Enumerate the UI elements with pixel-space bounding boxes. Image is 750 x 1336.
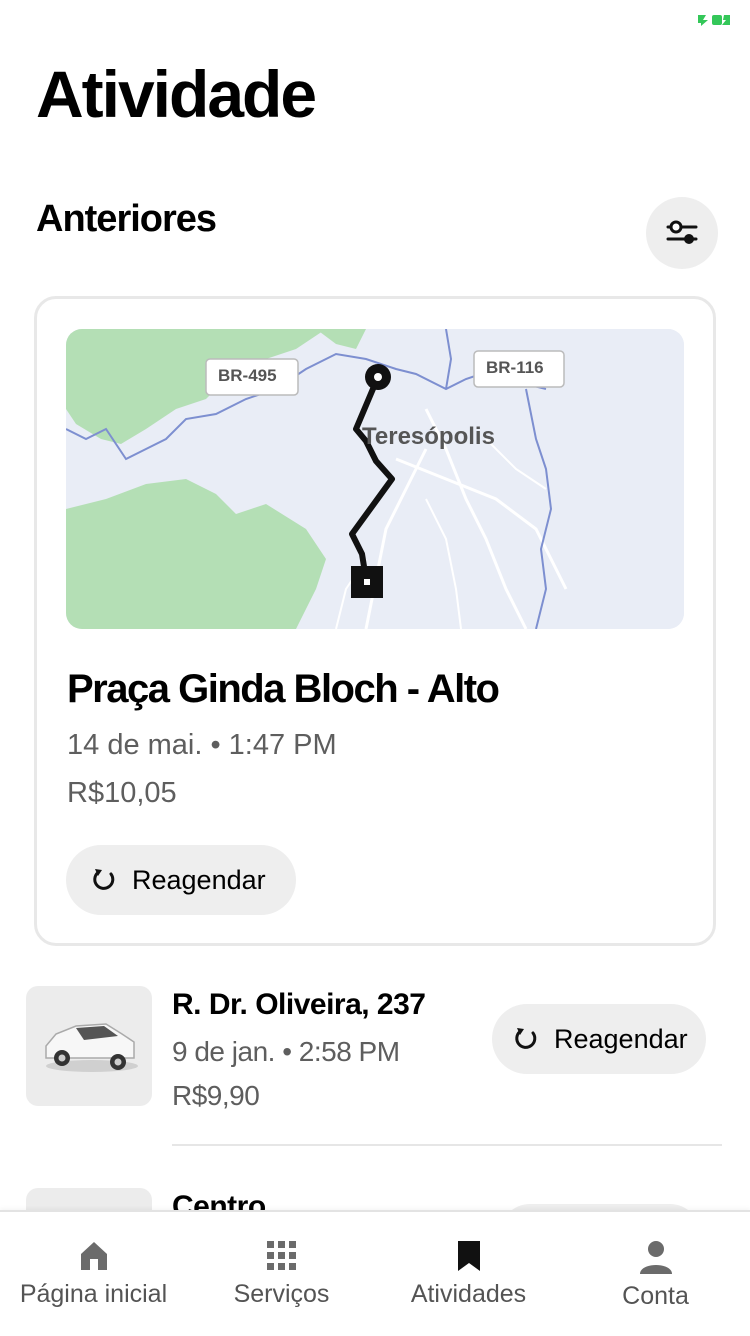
bottom-navigation: Página inicial Serviços Atividades Conta bbox=[0, 1210, 750, 1336]
road-label-br116: BR-116 bbox=[486, 358, 544, 377]
nav-item-activity[interactable]: Atividades bbox=[375, 1212, 562, 1336]
divider bbox=[172, 1144, 722, 1146]
trip-datetime: 14 de mai. • 1:47 PM bbox=[67, 729, 337, 761]
trip-price: R$10,05 bbox=[67, 777, 177, 809]
refresh-icon bbox=[515, 1028, 537, 1049]
page-title: Atividade bbox=[36, 57, 317, 131]
trip-price: R$9,90 bbox=[172, 1080, 260, 1111]
filter-button[interactable] bbox=[646, 197, 718, 269]
trip-destination: R. Dr. Oliveira, 237 bbox=[172, 988, 426, 1021]
sliders-icon bbox=[666, 220, 698, 244]
car-thumbnail bbox=[26, 986, 152, 1106]
grid-icon bbox=[266, 1241, 296, 1270]
nav-item-account[interactable]: Conta bbox=[562, 1212, 749, 1336]
trip-destination: Praça Ginda Bloch - Alto bbox=[67, 667, 500, 711]
nav-label: Atividades bbox=[410, 1280, 527, 1308]
bookmark-icon bbox=[457, 1241, 480, 1271]
city-label: Teresópolis bbox=[362, 423, 495, 450]
nav-label: Página inicial bbox=[19, 1280, 168, 1308]
refresh-icon bbox=[93, 869, 115, 890]
car-icon bbox=[45, 1023, 138, 1072]
rebook-button[interactable]: Reagendar bbox=[492, 1004, 706, 1074]
rebook-label: Reagendar bbox=[132, 864, 266, 895]
battery-charging-icon bbox=[698, 15, 730, 26]
rebook-label: Reagendar bbox=[554, 1023, 688, 1054]
section-title: Anteriores bbox=[36, 198, 217, 240]
featured-trip-card[interactable]: BR-495 BR-116 Teresópolis Praça Ginda Bl… bbox=[34, 296, 716, 946]
road-label-br495: BR-495 bbox=[218, 366, 277, 385]
person-icon bbox=[639, 1241, 672, 1274]
nav-item-home[interactable]: Página inicial bbox=[0, 1212, 187, 1336]
nav-item-services[interactable]: Serviços bbox=[188, 1212, 375, 1336]
trip-list-item[interactable]: R. Dr. Oliveira, 237 9 de jan. • 2:58 PM… bbox=[0, 986, 750, 1146]
nav-label: Conta bbox=[622, 1282, 689, 1310]
rebook-button[interactable]: Reagendar bbox=[66, 845, 296, 915]
nav-label: Serviços bbox=[233, 1280, 330, 1308]
home-icon bbox=[80, 1242, 107, 1270]
trip-map[interactable]: BR-495 BR-116 Teresópolis bbox=[66, 329, 684, 629]
trip-datetime: 9 de jan. • 2:58 PM bbox=[172, 1036, 400, 1067]
